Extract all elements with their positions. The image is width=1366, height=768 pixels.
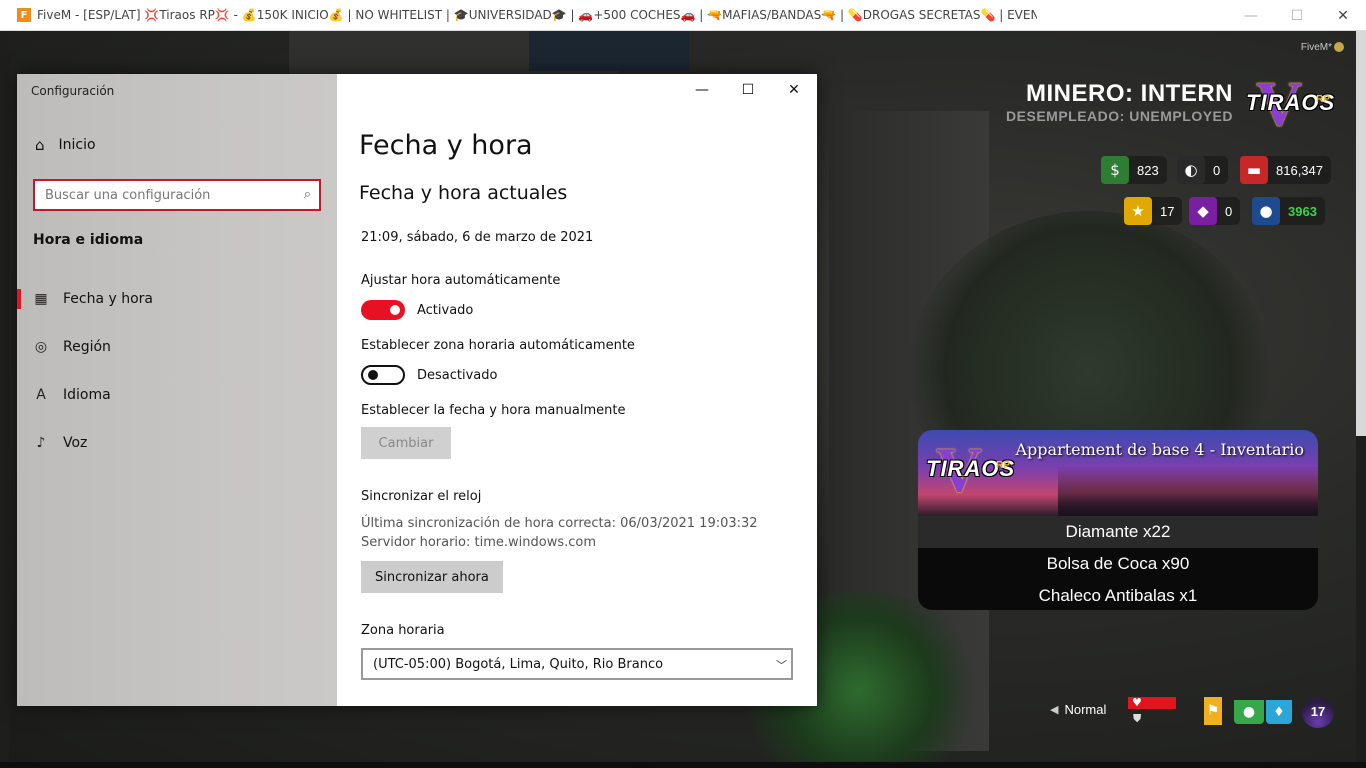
close-icon[interactable]: ✕ bbox=[1320, 0, 1366, 31]
auto-tz-toggle[interactable] bbox=[361, 365, 405, 385]
inventory-item[interactable]: Diamante x22 bbox=[918, 516, 1318, 548]
window-scrollbar[interactable] bbox=[1356, 31, 1366, 436]
auto-time-label: Ajustar hora automáticamente bbox=[361, 273, 561, 288]
star-icon: ★ bbox=[1124, 197, 1152, 225]
globe-icon: ◎ bbox=[34, 339, 48, 355]
close-icon[interactable]: ✕ bbox=[771, 74, 817, 106]
nav-home[interactable]: ⌂ Inicio bbox=[35, 136, 96, 154]
money-stack-icon: $ bbox=[1101, 156, 1129, 184]
section-heading: Hora e idioma bbox=[33, 232, 144, 248]
toggle-knob bbox=[368, 370, 378, 380]
nav-item-region[interactable]: ◎ Región bbox=[17, 327, 337, 367]
auto-time-toggle[interactable] bbox=[361, 300, 405, 320]
current-datetime: 21:09, sábado, 6 de marzo de 2021 bbox=[361, 230, 594, 245]
fivem-status-dot bbox=[1334, 42, 1344, 53]
scene-poster bbox=[529, 31, 689, 71]
sync-heading: Sincronizar el reloj bbox=[361, 489, 482, 504]
inventory-item[interactable]: Bolsa de Coca x90 bbox=[918, 548, 1318, 580]
inventory-panel: V TIRAOS RP Appartement de base 4 - Inve… bbox=[918, 430, 1318, 610]
minimize-icon[interactable]: — bbox=[1228, 0, 1274, 31]
fivem-icon: F bbox=[17, 8, 31, 22]
mask-stat: ◐ 0 bbox=[1177, 156, 1229, 184]
shield-icon: ⛊ bbox=[1133, 712, 1142, 725]
job-subtitle: DESEMPLEADO: UNEMPLOYED bbox=[1006, 108, 1233, 124]
last-sync-text: Última sincronización de hora correcta: … bbox=[361, 516, 758, 531]
auto-tz-state: Desactivado bbox=[417, 368, 498, 383]
gems-stat: ◆ 0 bbox=[1189, 197, 1241, 225]
settings-app-title: Configuración bbox=[31, 84, 115, 98]
settings-window: Configuración ⌂ Inicio ⌕ Hora e idioma ▦… bbox=[17, 74, 817, 706]
auto-tz-label: Establecer zona horaria automáticamente bbox=[361, 338, 635, 353]
mask-icon: ◐ bbox=[1177, 156, 1205, 184]
search-icon[interactable]: ⌕ bbox=[304, 187, 311, 202]
diamond-icon: ◆ bbox=[1189, 197, 1217, 225]
city-skyline bbox=[1058, 466, 1318, 516]
time-server-text: Servidor horario: time.windows.com bbox=[361, 535, 597, 550]
home-icon: ⌂ bbox=[35, 136, 45, 154]
credit-card-icon: ▬ bbox=[1240, 156, 1268, 184]
fivem-tag: FiveM* bbox=[1301, 42, 1344, 53]
health-bar: ♥ bbox=[1128, 696, 1176, 709]
heart-icon: ♥ bbox=[1132, 696, 1142, 709]
settings-window-controls: — ☐ ✕ bbox=[679, 74, 817, 106]
bottom-strip bbox=[0, 762, 1366, 768]
voice-indicator: ◀ Normal bbox=[1050, 702, 1107, 717]
calendar-clock-icon: ▦ bbox=[34, 291, 48, 307]
nav-item-fecha-hora[interactable]: ▦ Fecha y hora bbox=[17, 279, 337, 319]
water-drop-icon: ♦ bbox=[1266, 700, 1292, 724]
settings-content: — ☐ ✕ Fecha y hora Fecha y hora actuales… bbox=[337, 74, 817, 706]
bank-stat: ▬ 816,347 bbox=[1240, 156, 1331, 184]
page-title: Fecha y hora bbox=[359, 130, 533, 161]
inventory-title: Appartement de base 4 - Inventario bbox=[1015, 440, 1305, 459]
manual-label: Establecer la fecha y hora manualmente bbox=[361, 403, 626, 418]
sync-now-button[interactable]: Sincronizar ahora bbox=[361, 561, 503, 593]
toggle-knob bbox=[390, 305, 400, 315]
nav-item-voz[interactable]: ♪ Voz bbox=[17, 423, 337, 463]
user-id-stat: ● 3963 bbox=[1252, 197, 1325, 225]
search-input[interactable] bbox=[45, 187, 285, 203]
cash-stat: $ 823 bbox=[1101, 156, 1167, 184]
auto-time-state: Activado bbox=[417, 303, 474, 318]
maximize-icon[interactable]: ☐ bbox=[725, 74, 771, 106]
microphone-icon: ♪ bbox=[36, 435, 46, 451]
stamina-run-icon: ⚑ bbox=[1204, 697, 1222, 725]
language-icon: A bbox=[36, 387, 46, 403]
nav-item-idioma[interactable]: A Idioma bbox=[17, 375, 337, 415]
stars-stat: ★ 17 bbox=[1124, 197, 1183, 225]
current-heading: Fecha y hora actuales bbox=[359, 182, 568, 204]
game-titlebar: F FiveM - [ESP/LAT] 💢Tiraos RP💢 - 💰150K … bbox=[0, 0, 1366, 31]
inventory-banner: V TIRAOS RP Appartement de base 4 - Inve… bbox=[918, 430, 1318, 516]
game-window-title: FiveM - [ESP/LAT] 💢Tiraos RP💢 - 💰150K IN… bbox=[37, 8, 1037, 22]
settings-search[interactable]: ⌕ bbox=[33, 179, 321, 211]
inventory-item[interactable]: Chaleco Antibalas x1 bbox=[918, 580, 1318, 610]
settings-sidebar: Configuración ⌂ Inicio ⌕ Hora e idioma ▦… bbox=[17, 74, 337, 706]
tiraos-logo-small: V TIRAOS RP bbox=[926, 434, 1016, 505]
change-button[interactable]: Cambiar bbox=[361, 427, 451, 459]
minimize-icon[interactable]: — bbox=[679, 74, 725, 106]
tiraos-logo: V TIRAOS RP bbox=[1246, 68, 1336, 139]
maximize-icon[interactable]: ☐ bbox=[1274, 0, 1320, 31]
job-info: MINERO: INTERN DESEMPLEADO: UNEMPLOYED bbox=[1006, 80, 1233, 124]
game-window-controls: — ☐ ✕ bbox=[1228, 0, 1366, 31]
timezone-select[interactable]: (UTC-05:00) Bogotá, Lima, Quito, Rio Bra… bbox=[361, 648, 793, 680]
user-icon: ● bbox=[1252, 197, 1280, 225]
timezone-label: Zona horaria bbox=[361, 623, 445, 638]
food-apple-icon: ● bbox=[1234, 700, 1264, 724]
speaker-icon: ◀ bbox=[1050, 704, 1059, 716]
chevron-down-icon: ﹀ bbox=[776, 659, 787, 672]
level-badge: 17 bbox=[1302, 698, 1334, 728]
job-title: MINERO: INTERN bbox=[1026, 80, 1233, 107]
